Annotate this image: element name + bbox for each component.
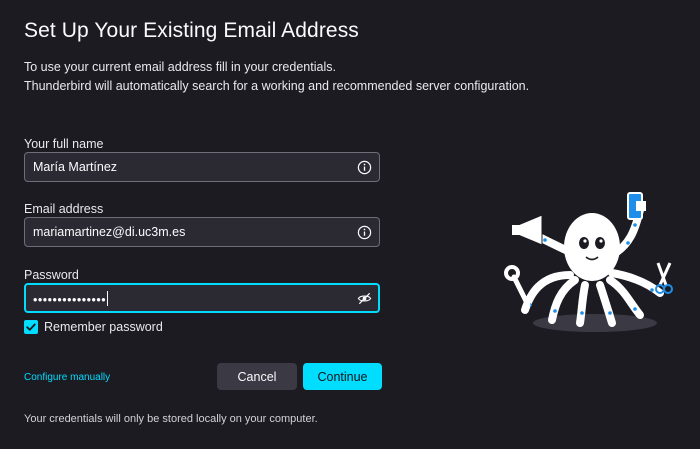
text-caret [107, 291, 109, 306]
intro-text: To use your current email address fill i… [24, 58, 529, 96]
password-label: Password [24, 268, 79, 282]
email-value: mariamartinez@di.uc3m.es [33, 225, 186, 239]
full-name-value: María Martínez [33, 160, 118, 174]
cancel-button[interactable]: Cancel [217, 363, 297, 390]
checkmark-icon [26, 323, 36, 331]
remember-password-label[interactable]: Remember password [44, 320, 163, 334]
thunderbird-octopus-illustration [504, 192, 673, 332]
full-name-field[interactable]: María Martínez [24, 152, 380, 182]
intro-line-1: To use your current email address fill i… [24, 60, 336, 74]
email-field[interactable]: mariamartinez@di.uc3m.es [24, 217, 380, 247]
password-field[interactable]: ••••••••••••••• [24, 283, 380, 313]
remember-password-row[interactable]: Remember password [24, 320, 163, 334]
intro-line-2: Thunderbird will automatically search fo… [24, 79, 530, 93]
password-value: ••••••••••••••• [33, 291, 109, 307]
info-icon[interactable] [357, 225, 372, 240]
email-label: Email address [24, 202, 104, 216]
configure-manually-link[interactable]: Configure manually [24, 372, 110, 383]
info-icon[interactable] [357, 160, 372, 175]
credentials-note: Your credentials will only be stored loc… [24, 413, 318, 425]
eye-slash-icon[interactable] [357, 291, 372, 306]
full-name-label: Your full name [24, 137, 104, 151]
continue-button[interactable]: Continue [303, 363, 382, 390]
page-title: Set Up Your Existing Email Address [24, 19, 359, 42]
remember-password-checkbox[interactable] [24, 320, 38, 334]
password-dots: ••••••••••••••• [33, 293, 107, 307]
